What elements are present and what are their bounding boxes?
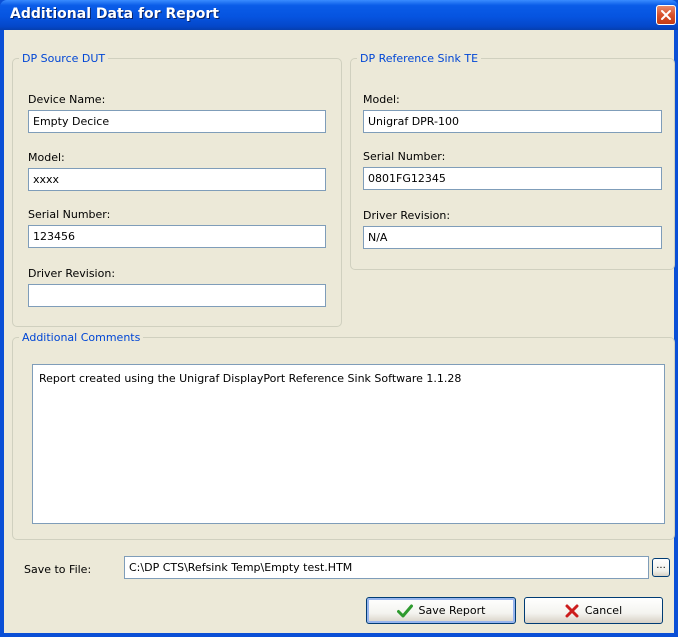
device-name-label: Device Name: <box>28 93 106 106</box>
source-dut-legend: DP Source DUT <box>22 52 106 65</box>
sink-serial-field[interactable]: 0801FG12345 <box>363 167 662 190</box>
source-model-field[interactable]: xxxx <box>28 168 326 191</box>
file-path-field[interactable]: C:\DP CTS\Refsink Temp\Empty test.HTM <box>124 556 649 579</box>
dialog-window: Additional Data for Report DP Source DUT… <box>0 0 678 637</box>
sink-driver-field[interactable]: N/A <box>363 226 662 249</box>
save-report-label: Save Report <box>418 604 486 617</box>
source-serial-label: Serial Number: <box>28 208 111 221</box>
source-driver-field[interactable] <box>28 284 326 307</box>
cancel-button[interactable]: Cancel <box>524 597 663 624</box>
reference-sink-legend: DP Reference Sink TE <box>360 52 479 65</box>
sink-driver-label: Driver Revision: <box>363 209 451 222</box>
cancel-label: Cancel <box>584 604 623 617</box>
red-x-icon <box>565 604 579 617</box>
close-icon <box>661 10 671 20</box>
close-button[interactable] <box>656 5 676 25</box>
save-report-button[interactable]: Save Report <box>366 597 516 624</box>
sink-model-label: Model: <box>363 93 400 106</box>
comments-legend: Additional Comments <box>22 331 141 344</box>
browse-button[interactable]: ... <box>652 558 670 577</box>
window-title: Additional Data for Report <box>10 6 219 22</box>
dialog-body: DP Source DUT Device Name: Empty Decice … <box>4 30 675 633</box>
title-bar[interactable]: Additional Data for Report <box>0 0 678 30</box>
sink-model-field[interactable]: Unigraf DPR-100 <box>363 110 662 133</box>
source-driver-label: Driver Revision: <box>28 267 116 280</box>
source-model-label: Model: <box>28 151 65 164</box>
source-serial-field[interactable]: 123456 <box>28 225 326 248</box>
comments-textarea[interactable]: Report created using the Unigraf Display… <box>32 364 665 524</box>
device-name-field[interactable]: Empty Decice <box>28 110 326 133</box>
checkmark-icon <box>396 604 413 617</box>
save-to-file-label: Save to File: <box>24 563 92 576</box>
sink-serial-label: Serial Number: <box>363 150 446 163</box>
